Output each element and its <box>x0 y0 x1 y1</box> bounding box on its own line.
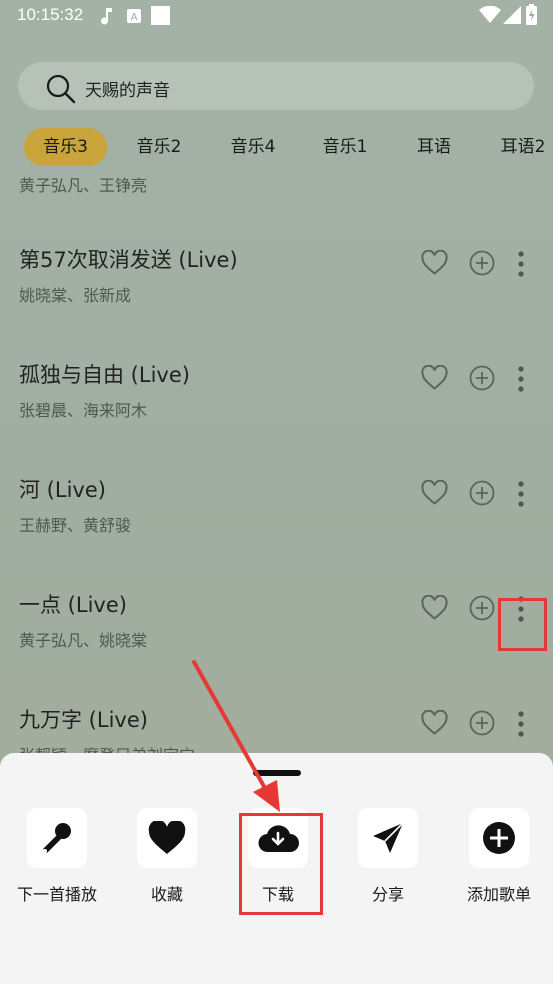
more-vertical-icon[interactable] <box>517 366 525 396</box>
add-to-playlist-label: 添加歌单 <box>466 885 531 904</box>
search-icon <box>46 74 76 108</box>
microphone-icon <box>27 808 87 868</box>
song-title: 第57次取消发送 (Live) <box>19 248 238 272</box>
battery-charging-icon <box>526 4 537 29</box>
heart-icon[interactable] <box>421 249 448 279</box>
more-vertical-icon[interactable] <box>517 481 525 511</box>
tab-music4[interactable]: 音乐4 <box>222 128 284 166</box>
tab-music3[interactable]: 音乐3 <box>24 128 107 166</box>
play-next-button[interactable]: 下一首播放 <box>7 808 107 908</box>
heart-icon <box>137 808 197 868</box>
song-artist: 王赫野、黄舒骏 <box>19 516 132 535</box>
song-artist: 黄子弘凡、姚晓棠 <box>19 631 148 650</box>
heart-icon[interactable] <box>421 479 448 509</box>
status-time: 10:15:32 <box>17 5 84 24</box>
song-artist: 姚晓棠、张新成 <box>19 286 132 305</box>
song-artist: 张碧晨、海来阿木 <box>19 401 148 420</box>
tab-music2[interactable]: 音乐2 <box>128 128 190 166</box>
add-circle-icon[interactable] <box>469 365 495 395</box>
square-notification-icon <box>151 6 170 29</box>
favorite-label: 收藏 <box>150 885 183 904</box>
share-button[interactable]: 分享 <box>338 808 438 908</box>
song-title: 九万字 (Live) <box>19 708 148 732</box>
cellular-signal-icon <box>503 6 521 28</box>
search-placeholder: 天赐的声音 <box>85 81 170 101</box>
song-title: 河 (Live) <box>19 478 106 502</box>
paper-plane-icon <box>358 808 418 868</box>
highlight-more-button <box>498 598 547 651</box>
add-circle-icon[interactable] <box>469 710 495 740</box>
category-tabs: 音乐3 音乐2 音乐4 音乐1 耳语 耳语2 <box>0 128 553 166</box>
add-circle-icon[interactable] <box>469 480 495 510</box>
keyboard-a-icon: A <box>127 8 141 27</box>
tab-whisper[interactable]: 耳语 <box>408 128 460 166</box>
favorite-button[interactable]: 收藏 <box>117 808 217 908</box>
play-next-label: 下一首播放 <box>16 885 97 904</box>
plus-circle-icon <box>469 808 529 868</box>
add-to-playlist-button[interactable]: 添加歌单 <box>449 808 549 908</box>
song-row[interactable]: 第57次取消发送 (Live) 姚晓棠、张新成 <box>0 244 553 359</box>
highlight-download-button <box>239 813 323 915</box>
search-bar[interactable]: 天赐的声音 <box>18 62 534 110</box>
more-vertical-icon[interactable] <box>517 711 525 741</box>
tab-whisper2[interactable]: 耳语2 <box>492 128 553 166</box>
sheet-handle[interactable] <box>253 770 301 776</box>
heart-icon[interactable] <box>421 594 448 624</box>
song-title: 孤独与自由 (Live) <box>19 363 190 387</box>
status-bar: 10:15:32 A <box>0 0 553 32</box>
more-vertical-icon[interactable] <box>517 251 525 281</box>
heart-icon[interactable] <box>421 709 448 739</box>
music-note-icon <box>100 6 114 30</box>
add-circle-icon[interactable] <box>469 250 495 280</box>
song-title: 一点 (Live) <box>19 593 127 617</box>
song-artist: 黄子弘凡、王铮亮 <box>19 176 148 195</box>
svg-text:A: A <box>131 12 138 23</box>
wifi-icon <box>479 5 501 28</box>
song-row[interactable]: 一点 (Live) 黄子弘凡、姚晓棠 <box>0 589 553 704</box>
add-circle-icon[interactable] <box>469 595 495 625</box>
song-row[interactable]: 孤独与自由 (Live) 张碧晨、海来阿木 <box>0 359 553 474</box>
heart-icon[interactable] <box>421 364 448 394</box>
share-label: 分享 <box>371 885 404 904</box>
tab-music1[interactable]: 音乐1 <box>314 128 376 166</box>
song-row[interactable]: 河 (Live) 王赫野、黄舒骏 <box>0 474 553 589</box>
